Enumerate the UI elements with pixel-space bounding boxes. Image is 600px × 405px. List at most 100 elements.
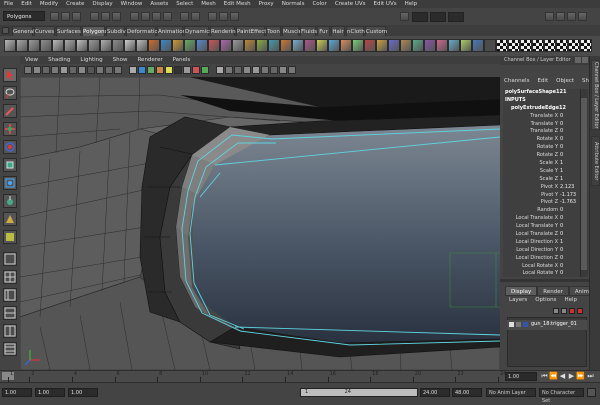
checker-f-icon[interactable] [556,39,568,52]
ipr-render-icon[interactable] [219,12,228,21]
poly-cylinder-icon[interactable] [28,39,40,52]
menu-normals[interactable]: Normals [278,1,309,7]
panel-menu-lighting[interactable]: Lighting [75,57,107,63]
channel-label[interactable]: Translate X [503,113,560,121]
last-tool-icon[interactable] [3,230,17,244]
channel-value[interactable]: 0 [560,144,563,152]
menu-assets[interactable]: Assets [146,1,172,7]
channel-row[interactable]: Local Rotate Y0 [503,270,580,277]
channel-value[interactable]: 0 [560,113,563,121]
object-name[interactable]: polySurfaceShape121 [503,89,580,97]
channel-value[interactable]: 0 [560,136,563,144]
new-layer-icon[interactable] [569,308,575,314]
isolate-select-icon[interactable] [201,66,209,74]
select-camera-icon[interactable] [24,66,32,74]
panel-menu-renderer[interactable]: Renderer [132,57,167,63]
menu-set-dropdown[interactable]: Polygons [3,11,45,21]
panel-menu-panels[interactable]: Panels [168,57,196,63]
channel-row[interactable]: Local Direction Z0 [503,255,580,263]
duplicate-face-icon[interactable] [412,39,424,52]
shelf-tab-custom[interactable]: Custom [365,26,387,36]
input-line-icon[interactable] [400,12,409,21]
grid-icon[interactable] [60,66,68,74]
extract-icon[interactable] [172,39,184,52]
channel-value[interactable]: -1.173 [560,192,576,200]
open-scene-icon[interactable] [61,12,70,21]
channel-row[interactable]: Scale X1 [503,160,580,168]
snap-plane-icon[interactable] [163,12,172,21]
anim-layer-dropdown[interactable]: No Anim Layer [486,388,536,397]
shelf-tab-animation[interactable]: Animation [157,26,186,36]
input-field-x[interactable] [412,12,428,22]
history-icon[interactable] [180,12,189,21]
channel-value[interactable]: 0 [560,247,563,255]
shelf-tab-dynamics[interactable]: Dynamics [184,26,212,36]
new-layer-selected-icon[interactable] [577,308,583,314]
shelf-tab-rendering[interactable]: Rendering [210,26,239,36]
menu-help[interactable]: Help [401,1,422,7]
poly-prism-icon[interactable] [76,39,88,52]
shelf-tab-polygons[interactable]: Polygons [82,26,107,36]
channel-row[interactable]: Local Rotate X0 [503,263,580,271]
bridge-icon[interactable] [292,39,304,52]
checker-a-icon[interactable] [496,39,508,52]
ambient-occlusion-icon[interactable] [252,66,260,74]
animation-preferences-icon[interactable] [587,388,596,397]
poke-icon[interactable] [400,39,412,52]
menu-create[interactable]: Create [62,1,88,7]
menu-edit-uvs[interactable]: Edit UVs [370,1,401,7]
menu-color[interactable]: Color [308,1,330,7]
collapse-icon[interactable] [364,39,376,52]
append-icon[interactable] [304,39,316,52]
menu-window[interactable]: Window [117,1,147,7]
channel-value[interactable]: 0 [560,231,563,239]
separate-icon[interactable] [160,39,172,52]
channel-row[interactable]: Translate Z0 [503,128,580,136]
channel-value[interactable]: 0 [560,263,563,271]
scrollbar-thumb[interactable] [581,98,587,270]
channel-value[interactable]: 1 [560,160,563,168]
snap-curve-icon[interactable] [141,12,150,21]
channel-label[interactable]: Local Direction Y [503,247,560,255]
textured-icon[interactable] [156,66,164,74]
layout-outliner-icon[interactable] [3,342,17,356]
select-hierarchy-icon[interactable] [90,12,99,21]
soft-mod-icon[interactable] [3,194,17,208]
channel-label[interactable]: Translate Z [503,128,560,136]
channel-value[interactable]: 0 [560,270,563,277]
camera-attributes-icon[interactable] [33,66,41,74]
xray-icon[interactable] [183,66,191,74]
boolean-union-icon[interactable] [196,39,208,52]
construction-icon[interactable] [191,12,200,21]
shelf-tab-painteffects[interactable]: PaintEffects [236,26,269,36]
layout-four-icon[interactable] [3,270,17,284]
motion-blur-icon[interactable] [261,66,269,74]
channel-menu-channels[interactable]: Channels [500,78,533,84]
viewport-scene[interactable] [20,77,500,370]
channel-value[interactable]: 0 [560,152,563,160]
channel-row[interactable]: Pivot Z -1.763 [503,199,580,207]
channel-label[interactable]: Pivot Y [503,192,560,200]
shelf-tab-deformation[interactable]: Deformation [126,26,161,36]
universal-manip-icon[interactable] [3,176,17,190]
render-current-icon[interactable] [208,12,217,21]
shelf-tab-hair[interactable]: Hair [331,26,345,36]
channel-value[interactable]: 1 [560,239,563,247]
use-all-lights-icon[interactable] [165,66,173,74]
channel-label[interactable]: Translate Y [503,121,560,129]
xray-joints-icon[interactable] [192,66,200,74]
menu-mesh[interactable]: Mesh [197,1,219,7]
channel-box-content[interactable]: polySurfaceShape121 INPUTS polyExtrudeEd… [503,89,580,277]
transfer-icon[interactable] [484,39,496,52]
menu-edit[interactable]: Edit [17,1,36,7]
shadows-icon[interactable] [174,66,182,74]
poly-helix-icon[interactable] [112,39,124,52]
extrude-icon[interactable] [280,39,292,52]
toggle-tool-settings-icon[interactable] [567,12,576,21]
shelf-tab-muscle[interactable]: Muscle [282,26,302,36]
channel-label[interactable]: Local Translate Y [503,223,560,231]
channel-value[interactable]: 0 [560,128,563,136]
split-icon[interactable] [316,39,328,52]
channel-row[interactable]: Local Direction X1 [503,239,580,247]
shelf-menu-icon[interactable] [2,27,9,34]
